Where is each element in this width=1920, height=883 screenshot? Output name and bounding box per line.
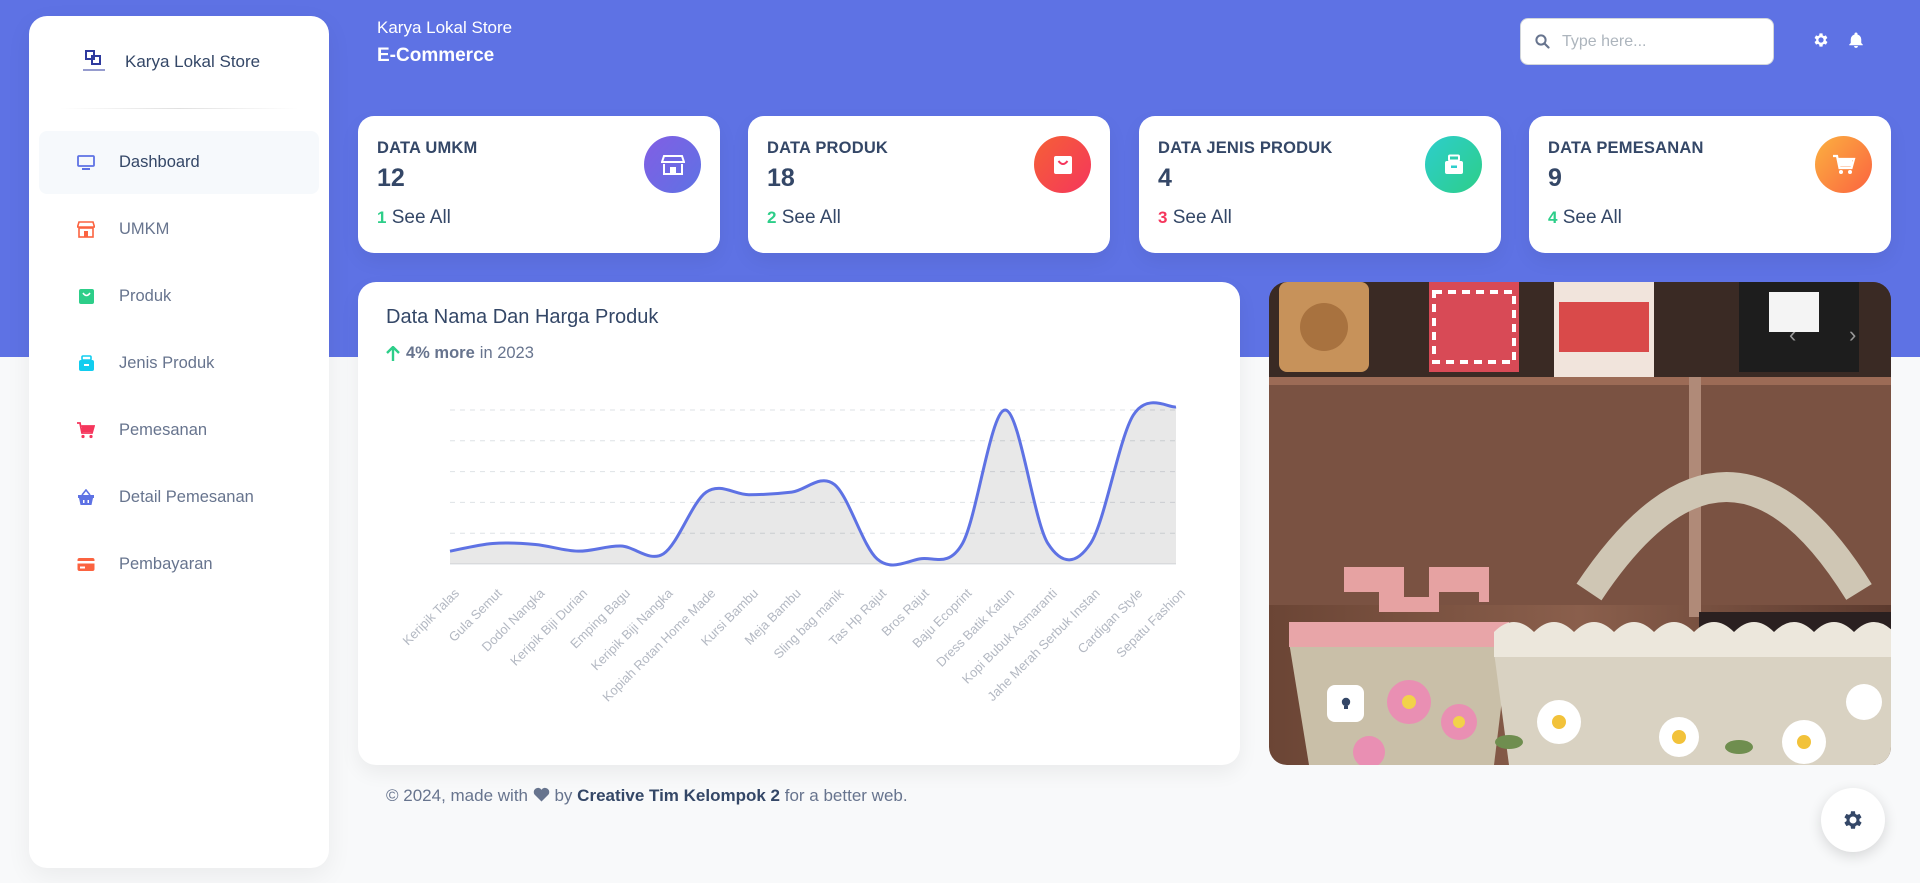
stat-footer: 3 See All xyxy=(1158,207,1232,229)
sidebar-item-label: Produk xyxy=(119,287,172,305)
shop-icon xyxy=(77,221,95,239)
see-all-link[interactable]: See All xyxy=(1173,207,1232,228)
page-title: E-Commerce xyxy=(377,45,495,66)
stat-value: 9 xyxy=(1548,164,1562,192)
product-image-carousel[interactable]: ‹ › xyxy=(1269,282,1891,765)
breadcrumb[interactable]: Karya Lokal Store xyxy=(377,18,512,38)
sidebar-item-umkm[interactable]: UMKM xyxy=(39,198,319,261)
brand[interactable]: Karya Lokal Store xyxy=(29,16,329,108)
search-input[interactable] xyxy=(1562,32,1752,51)
bell-icon[interactable] xyxy=(1847,31,1865,49)
sidebar-item-dashboard[interactable]: Dashboard xyxy=(39,131,319,194)
stat-footer: 1 See All xyxy=(377,207,451,229)
gear-icon[interactable] xyxy=(1812,31,1830,49)
lightbulb-icon xyxy=(1341,697,1350,709)
stat-count: 4 xyxy=(1548,208,1558,227)
chart-x-tick-label: Keripik Biji Durian xyxy=(507,586,590,669)
sidebar-nav: Dashboard UMKM Produk Jenis Produk Pemes… xyxy=(29,109,329,596)
stat-value: 18 xyxy=(767,164,795,192)
stat-title: DATA JENIS PRODUK xyxy=(1158,139,1333,157)
search-box[interactable] xyxy=(1520,18,1774,65)
sidebar-item-jenis-produk[interactable]: Jenis Produk xyxy=(39,332,319,395)
search-icon xyxy=(1535,34,1550,49)
stat-icon-circle xyxy=(1815,136,1872,193)
stat-title: DATA UMKM xyxy=(377,139,478,157)
heart-icon xyxy=(533,787,549,802)
sidebar-item-pembayaran[interactable]: Pembayaran xyxy=(39,533,319,596)
store-logo xyxy=(83,50,105,71)
settings-fab[interactable] xyxy=(1821,788,1885,852)
stat-title: DATA PEMESANAN xyxy=(1548,139,1704,157)
stat-footer: 4 See All xyxy=(1548,207,1622,229)
stat-card-pemesanan: DATA PEMESANAN 9 4 See All xyxy=(1529,116,1891,253)
shop-icon xyxy=(660,154,685,175)
sidebar-item-label: Pemesanan xyxy=(119,421,208,439)
sidebar-item-detail-pemesanan[interactable]: Detail Pemesanan xyxy=(39,466,319,529)
see-all-link[interactable]: See All xyxy=(392,207,451,228)
stat-card-umkm: DATA UMKM 12 1 See All xyxy=(358,116,720,253)
stat-footer: 2 See All xyxy=(767,207,841,229)
sidebar: Karya Lokal Store Dashboard UMKM Produk xyxy=(29,16,329,868)
brand-name: Karya Lokal Store xyxy=(125,52,261,71)
carousel-next-icon[interactable]: › xyxy=(1849,322,1856,348)
credit-card-icon xyxy=(77,556,95,574)
lightbulb-button[interactable] xyxy=(1327,685,1364,722)
footer-author-link[interactable]: Creative Tim Kelompok 2 xyxy=(577,786,780,805)
chart-card: Data Nama Dan Harga Produk 4% more in 20… xyxy=(358,282,1240,765)
stat-value: 12 xyxy=(377,164,405,192)
cart-icon xyxy=(1832,154,1855,174)
basket-icon xyxy=(77,489,95,507)
sidebar-item-pemesanan[interactable]: Pemesanan xyxy=(39,399,319,462)
stat-icon-circle xyxy=(1034,136,1091,193)
sidebar-item-label: Pembayaran xyxy=(119,555,213,573)
see-all-link[interactable]: See All xyxy=(782,207,841,228)
see-all-link[interactable]: See All xyxy=(1563,207,1622,228)
gear-icon xyxy=(1844,811,1862,829)
bag-icon xyxy=(77,288,95,306)
stat-count: 1 xyxy=(377,208,387,227)
sidebar-item-label: Detail Pemesanan xyxy=(119,488,254,506)
stat-title: DATA PRODUK xyxy=(767,139,889,157)
sidebar-item-label: Dashboard xyxy=(119,153,200,171)
stat-icon-circle xyxy=(644,136,701,193)
stat-card-produk: DATA PRODUK 18 2 See All xyxy=(748,116,1110,253)
cart-icon xyxy=(77,422,95,440)
sidebar-item-label: UMKM xyxy=(119,220,170,238)
chart-x-tick-label: Dress Batik Katun xyxy=(933,586,1017,670)
line-chart: Keripik TalasGula SemutDodol NangkaKerip… xyxy=(400,401,1188,704)
bag-icon xyxy=(1053,155,1072,174)
carousel-prev-icon[interactable]: ‹ xyxy=(1789,322,1796,348)
stat-count: 2 xyxy=(767,208,777,227)
stat-card-jenis-produk: DATA JENIS PRODUK 4 3 See All xyxy=(1139,116,1501,253)
stat-icon-circle xyxy=(1425,136,1482,193)
stat-value: 4 xyxy=(1158,164,1172,192)
sidebar-item-label: Jenis Produk xyxy=(119,354,215,372)
footer-prefix: © 2024, made with xyxy=(386,786,528,805)
footer-suffix: for a better web. xyxy=(784,786,908,805)
footer-by: by xyxy=(554,786,573,805)
monitor-icon xyxy=(77,154,95,172)
stat-count: 3 xyxy=(1158,208,1168,227)
footer: © 2024, made with by Creative Tim Kelomp… xyxy=(386,786,908,806)
box-icon xyxy=(77,355,95,373)
box-icon xyxy=(1444,154,1463,174)
sidebar-item-produk[interactable]: Produk xyxy=(39,265,319,328)
